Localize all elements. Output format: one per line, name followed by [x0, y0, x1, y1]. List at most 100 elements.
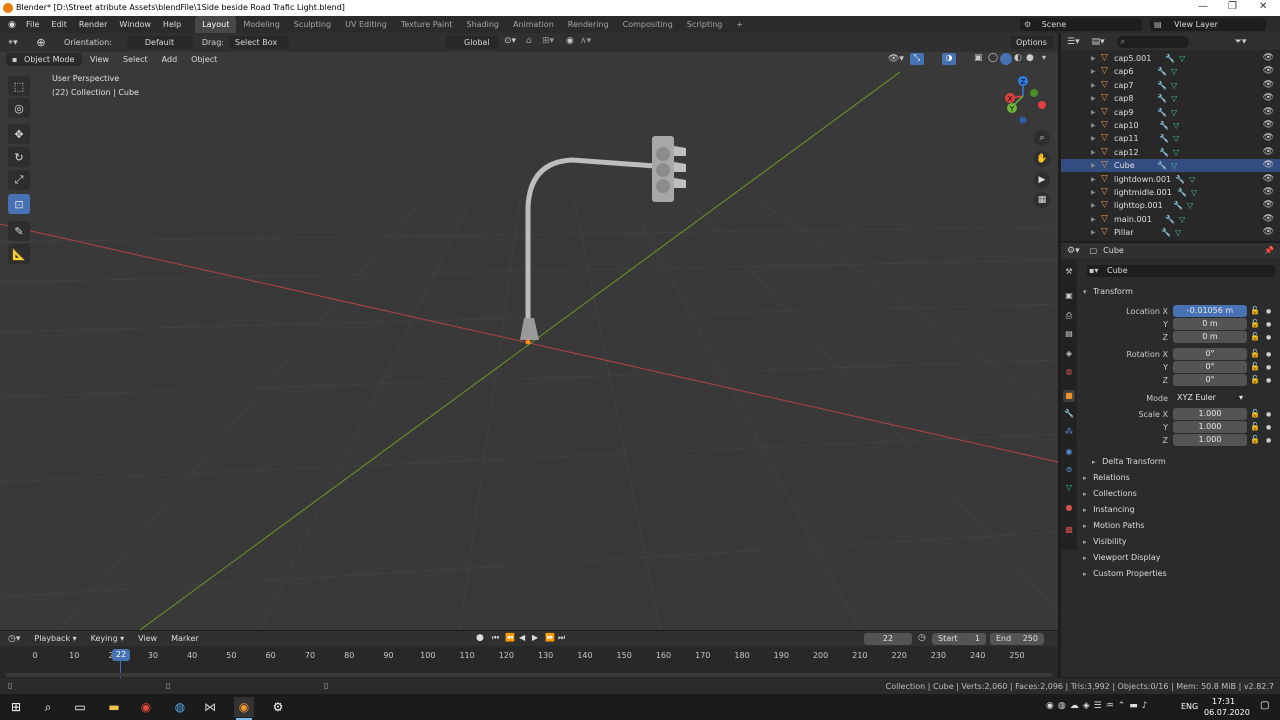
expand-arrow-icon[interactable]: ▶	[1091, 173, 1096, 186]
rotation-y-field[interactable]: 0°	[1173, 361, 1247, 373]
tab-scripting[interactable]: Scripting	[680, 16, 730, 33]
traffic-light-model[interactable]	[520, 136, 686, 345]
gizmo-toggle-icon[interactable]: ⤡	[910, 53, 924, 65]
expand-arrow-icon[interactable]: ▶	[1091, 213, 1096, 226]
minimize-button[interactable]: —	[1198, 1, 1208, 12]
falloff-icon[interactable]: ∧▾	[580, 36, 591, 46]
menu-render[interactable]: Render	[73, 16, 113, 33]
outliner-item[interactable]: ▶ ▽ lightmidle.001 🔧 ▽ 👁	[1061, 186, 1280, 199]
visibility-eye-icon[interactable]: 👁	[1263, 226, 1274, 239]
prev-keyframe-icon[interactable]: ⏪	[505, 633, 515, 642]
solid-shading-icon[interactable]	[1000, 53, 1012, 65]
snap-icon[interactable]: ⌂	[526, 36, 532, 46]
modifier-icon[interactable]: 🔧	[1159, 146, 1169, 159]
cursor-tool-icon[interactable]: ◎	[8, 98, 30, 118]
display-mode-icon[interactable]: ▤▾	[1092, 37, 1105, 47]
mesh-data-icon[interactable]: ▽	[1191, 186, 1197, 199]
keyframe-rotation-z-icon[interactable]: ●	[1266, 377, 1271, 384]
timeline-menu-marker[interactable]: Marker	[165, 632, 205, 645]
tab-texture-paint[interactable]: Texture Paint	[394, 16, 460, 33]
keyframe-rotation-x-icon[interactable]: ●	[1266, 351, 1271, 358]
outliner-item[interactable]: ▶ ▽ cap9 🔧 ▽ 👁	[1061, 106, 1280, 119]
jump-start-icon[interactable]: ⏮	[492, 633, 499, 643]
mesh-data-icon[interactable]: ▽	[1173, 146, 1179, 159]
menu-edit[interactable]: Edit	[45, 16, 73, 33]
task-view-icon[interactable]: ▭	[70, 697, 90, 717]
timeline-scrollbar[interactable]	[6, 673, 1052, 677]
expand-arrow-icon[interactable]: ▶	[1091, 186, 1096, 199]
modifier-icon[interactable]: 🔧	[1175, 173, 1185, 186]
outliner-item[interactable]: ▶ ▽ cap5.001 🔧 ▽ 👁	[1061, 52, 1280, 65]
tab-rendering[interactable]: Rendering	[561, 16, 616, 33]
properties-subpanel[interactable]: ▸ Viewport Display	[1083, 553, 1160, 562]
mesh-data-icon[interactable]: ▽	[1171, 92, 1177, 105]
outliner-item[interactable]: ▶ ▽ lighttop.001 🔧 ▽ 👁	[1061, 199, 1280, 212]
play-reverse-icon[interactable]: ◀	[519, 633, 525, 642]
tab-modeling[interactable]: Modeling	[236, 16, 286, 33]
modifier-icon[interactable]: 🔧	[1157, 92, 1167, 105]
browser-icon[interactable]: ◍	[170, 697, 190, 717]
proportional-edit-icon[interactable]: ◉	[566, 36, 574, 46]
visibility-eye-icon[interactable]: 👁	[1263, 173, 1274, 186]
view-layer-selector[interactable]: ▤ View Layer	[1150, 18, 1266, 31]
3d-viewport[interactable]	[0, 52, 1058, 630]
properties-subpanel[interactable]: ▸ Motion Paths	[1083, 521, 1144, 530]
visibility-eye-icon[interactable]: 👁	[1263, 65, 1274, 78]
lock-rotation-x-icon[interactable]: 🔓	[1250, 349, 1260, 358]
visibility-icon[interactable]: 👁▾	[888, 54, 904, 64]
keyframe-location-y-icon[interactable]: ●	[1266, 321, 1271, 328]
playhead[interactable]: 22	[112, 649, 130, 661]
shading-options-icon[interactable]: ▾	[1042, 53, 1046, 62]
keyframe-scale-z-icon[interactable]: ●	[1266, 437, 1271, 444]
visibility-eye-icon[interactable]: 👁	[1263, 186, 1274, 199]
snap-target-icon[interactable]: ⊞▾	[542, 36, 554, 46]
scale-z-field[interactable]: 1.000	[1173, 434, 1247, 446]
rotation-x-field[interactable]: 0°	[1173, 348, 1247, 360]
keyframe-location-z-icon[interactable]: ●	[1266, 334, 1271, 341]
modifier-icon[interactable]: 🔧	[1157, 106, 1167, 119]
modifier-icon[interactable]: 🔧	[1173, 199, 1183, 212]
properties-editor-icon[interactable]: ⚙▾	[1067, 246, 1080, 256]
options-dropdown[interactable]: Options	[1010, 36, 1054, 49]
modifier-icon[interactable]: 🔧	[1161, 226, 1171, 239]
transform-tool-icon[interactable]: ⊡	[8, 194, 30, 214]
keyframe-location-x-icon[interactable]: ●	[1266, 308, 1271, 315]
visibility-eye-icon[interactable]: 👁	[1263, 106, 1274, 119]
object-name-field[interactable]: ▪▾ Cube	[1087, 265, 1275, 277]
outliner-item[interactable]: ▶ ▽ cap10 🔧 ▽ 👁	[1061, 119, 1280, 132]
camera-view-icon[interactable]: ▶	[1034, 172, 1050, 188]
material-shading-icon[interactable]: ◐	[1014, 53, 1022, 63]
mesh-data-icon[interactable]: ▽	[1187, 199, 1193, 212]
viewport-menu-add[interactable]: Add	[156, 53, 184, 66]
mesh-data-icon[interactable]: ▽	[1171, 106, 1177, 119]
mesh-data-icon[interactable]: ▽	[1171, 159, 1177, 172]
tray-icons[interactable]: ◉◍☁◈☰♒⌃▬♪	[1046, 701, 1152, 711]
visibility-eye-icon[interactable]: 👁	[1263, 119, 1274, 132]
mode-dropdown[interactable]: ▪ Object Mode	[6, 53, 82, 66]
filter-icon[interactable]: ⏷▾	[1235, 37, 1247, 47]
constraints-tab-icon[interactable]: ⊚	[1063, 464, 1075, 476]
preview-range-icon[interactable]: ◷	[918, 633, 926, 643]
play-icon[interactable]: ▶	[532, 633, 538, 642]
visibility-eye-icon[interactable]: 👁	[1263, 146, 1274, 159]
blender-menu-icon[interactable]: ◉	[4, 20, 20, 30]
notification-icon[interactable]: ▢	[1260, 700, 1269, 711]
rotation-z-field[interactable]: 0°	[1173, 374, 1247, 386]
scale-x-field[interactable]: 1.000	[1173, 408, 1247, 420]
timeline-area[interactable]: 0102030405060708090100110120130140150160…	[0, 646, 1058, 678]
expand-arrow-icon[interactable]: ▶	[1091, 79, 1096, 92]
mesh-data-icon[interactable]: ▽	[1173, 119, 1179, 132]
scene-selector[interactable]: ⚙ Scene	[1020, 18, 1142, 31]
mesh-data-icon[interactable]: ▽	[1173, 132, 1179, 145]
drag-dropdown[interactable]: Select Box	[228, 36, 289, 49]
move-tool-icon[interactable]: ✥	[8, 124, 30, 144]
rendered-shading-icon[interactable]: ●	[1026, 53, 1034, 63]
add-workspace-button[interactable]: +	[729, 16, 750, 33]
lock-scale-y-icon[interactable]: 🔓	[1250, 422, 1260, 431]
annotate-tool-icon[interactable]: ✎	[8, 221, 30, 241]
mesh-data-icon[interactable]: ▽	[1179, 52, 1185, 65]
expand-arrow-icon[interactable]: ▶	[1091, 106, 1096, 119]
end-frame-field[interactable]: End 250	[990, 633, 1044, 645]
location-z-field[interactable]: 0 m	[1173, 331, 1247, 343]
clock-date[interactable]: 06.07.2020	[1204, 708, 1250, 717]
